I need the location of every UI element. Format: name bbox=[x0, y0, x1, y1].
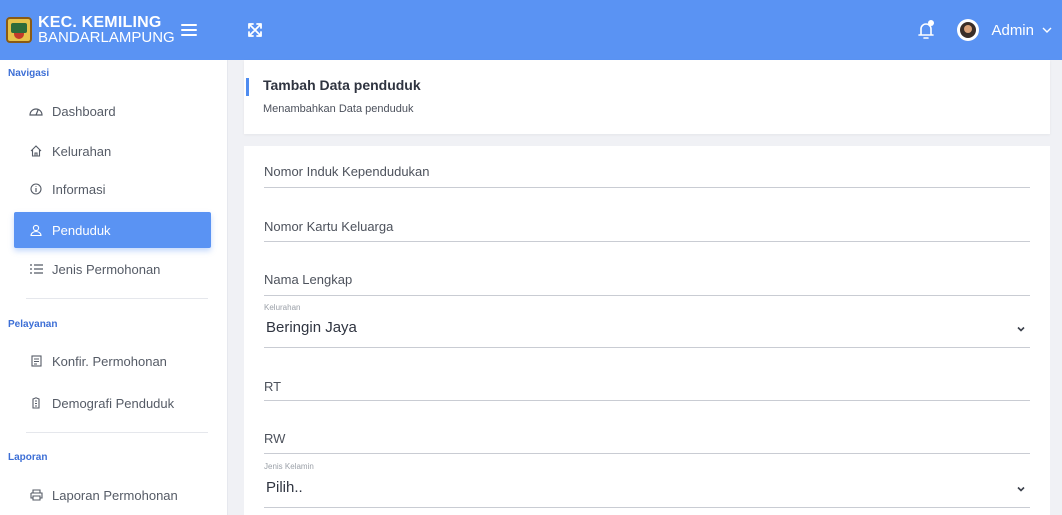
sidebar-item-label: Konfir. Permohonan bbox=[52, 353, 167, 369]
sidebar-item-label: Informasi bbox=[52, 181, 106, 197]
rt-placeholder: RT bbox=[264, 379, 282, 394]
sidebar-item-kelurahan[interactable]: Kelurahan bbox=[14, 133, 211, 169]
jenis-kelamin-select[interactable]: Jenis Kelamin Pilih.. bbox=[264, 454, 1030, 508]
sidebar-item-label: Penduduk bbox=[52, 222, 111, 238]
info-icon bbox=[28, 183, 44, 195]
brand-subtitle: BANDARLAMPUNG bbox=[38, 29, 175, 46]
kk-field[interactable]: Nomor Kartu Keluarga bbox=[264, 188, 1030, 242]
sidebar-divider bbox=[26, 432, 208, 433]
section-laporan: Laporan bbox=[8, 452, 48, 463]
avatar bbox=[957, 19, 980, 41]
printer-icon bbox=[28, 489, 44, 501]
page-title: Tambah Data penduduk bbox=[263, 77, 421, 93]
penduduk-form: Nomor Induk Kependudukan Nomor Kartu Kel… bbox=[244, 146, 1050, 515]
sidebar-item-label: Demografi Penduduk bbox=[52, 395, 175, 411]
kk-placeholder: Nomor Kartu Keluarga bbox=[264, 219, 394, 234]
kelurahan-select[interactable]: Kelurahan Beringin Jaya bbox=[264, 296, 1030, 348]
brand[interactable]: KEC. KEMILING BANDARLAMPUNG bbox=[0, 15, 228, 45]
page-subtitle: Menambahkan Data penduduk bbox=[263, 103, 414, 115]
kelurahan-label: Kelurahan bbox=[264, 303, 301, 312]
rt-field[interactable]: RT bbox=[264, 348, 1030, 401]
chevron-down-icon bbox=[1017, 326, 1025, 332]
chevron-down-icon bbox=[1042, 27, 1052, 33]
list-icon bbox=[28, 264, 44, 274]
user-name: Admin bbox=[991, 21, 1034, 39]
sidebar-item-dashboard[interactable]: Dashboard bbox=[14, 93, 211, 129]
sidebar-item-label: Laporan Permohonan bbox=[52, 487, 178, 503]
document-icon bbox=[28, 355, 44, 367]
sidebar-item-label: Jenis Permohonan bbox=[52, 261, 161, 277]
nik-field[interactable]: Nomor Induk Kependudukan bbox=[264, 146, 1030, 188]
sidebar-item-jenis-permohonan[interactable]: Jenis Permohonan bbox=[14, 251, 211, 287]
sidebar-item-laporan-permohonan[interactable]: Laporan Permohonan bbox=[14, 477, 211, 513]
section-pelayanan: Pelayanan bbox=[8, 319, 58, 330]
sidebar-item-demografi-penduduk[interactable]: Demografi Penduduk bbox=[14, 385, 211, 421]
hamburger-menu-icon[interactable] bbox=[180, 24, 197, 36]
rw-field[interactable]: RW bbox=[264, 401, 1030, 454]
rw-placeholder: RW bbox=[264, 431, 286, 446]
jenis-kelamin-label: Jenis Kelamin bbox=[264, 462, 314, 471]
fullscreen-icon[interactable] bbox=[246, 21, 264, 39]
notification-bell-icon[interactable] bbox=[917, 20, 935, 40]
nik-placeholder: Nomor Induk Kependudukan bbox=[264, 164, 430, 179]
title-accent-bar bbox=[246, 78, 249, 96]
dashboard-icon bbox=[28, 106, 44, 116]
jenis-kelamin-value: Pilih.. bbox=[266, 479, 303, 496]
sidebar: Navigasi Dashboard Kelurahan Informasi P… bbox=[0, 60, 228, 515]
page-header-card: Tambah Data penduduk Menambahkan Data pe… bbox=[244, 60, 1050, 134]
brand-title: KEC. KEMILING bbox=[38, 14, 162, 31]
building-icon bbox=[28, 397, 44, 409]
user-icon bbox=[28, 224, 44, 236]
nama-placeholder: Nama Lengkap bbox=[264, 272, 353, 287]
top-navbar: KEC. KEMILING BANDARLAMPUNG Admin bbox=[0, 0, 1062, 60]
sidebar-item-label: Kelurahan bbox=[52, 143, 112, 159]
sidebar-divider bbox=[26, 298, 208, 299]
sidebar-item-penduduk[interactable]: Penduduk bbox=[14, 212, 211, 248]
main-content: Tambah Data penduduk Menambahkan Data pe… bbox=[230, 60, 1050, 515]
sidebar-item-informasi[interactable]: Informasi bbox=[14, 171, 211, 207]
home-icon bbox=[28, 145, 44, 157]
kelurahan-value: Beringin Jaya bbox=[266, 319, 357, 336]
chevron-down-icon bbox=[1017, 486, 1025, 492]
sidebar-item-label: Dashboard bbox=[52, 103, 116, 119]
nama-field[interactable]: Nama Lengkap bbox=[264, 242, 1030, 296]
section-navigasi: Navigasi bbox=[8, 68, 50, 79]
kemiling-logo bbox=[6, 17, 32, 43]
user-menu[interactable]: Admin bbox=[957, 19, 1052, 41]
sidebar-item-konfir-permohonan[interactable]: Konfir. Permohonan bbox=[14, 343, 211, 379]
